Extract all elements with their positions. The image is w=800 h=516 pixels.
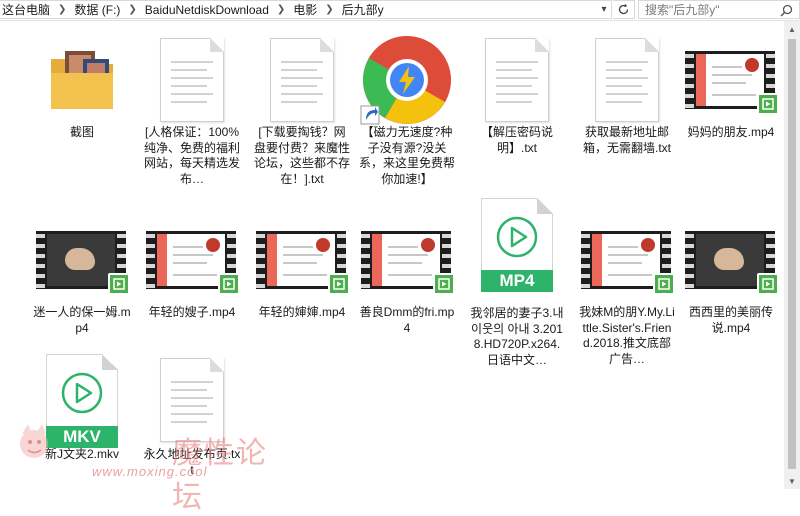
file-name: 获取最新地址邮箱，无需翻墙.txt [582,125,671,155]
media-player-badge-icon [218,273,240,295]
mkv-file-icon: MKV [46,354,118,448]
file-name: 【磁力无速度?种子没有源?没关系，来这里免费帮你加速!】 [358,125,455,186]
breadcrumb-this-pc[interactable]: 这台电脑 [0,1,52,18]
chevron-right-icon[interactable]: ❯ [52,4,72,15]
text-file-icon [270,38,334,122]
scroll-up-arrow-icon[interactable]: ▲ [784,21,800,37]
file-item-video[interactable]: 年轻的婶婶.mp4 [251,201,353,351]
text-file-icon [160,38,224,122]
media-player-badge-icon [108,273,130,295]
search-icon[interactable] [780,4,793,17]
file-item-txt[interactable]: [下载要掏钱？网盘要付费？来魔性论坛，这些都不存在！].txt [251,21,353,186]
chevron-right-icon[interactable]: ❯ [319,4,339,15]
media-player-badge-icon [757,273,779,295]
media-player-badge-icon [433,273,455,295]
file-name: 新J文夹2.mkv [44,447,119,461]
file-grid: 截图 [人格保证：100%纯净、免费的福利网站，每天精选发布… [下载要掏钱？网… [0,21,784,489]
search-input[interactable] [645,2,775,17]
file-name: [下载要掏钱？网盘要付费？来魔性论坛，这些都不存在！].txt [253,125,350,186]
file-name: 永久地址发布页.txt [143,447,241,477]
file-item-video[interactable]: 迷一人的保一姆.mp4 [31,201,133,351]
file-item-video[interactable]: 西西里的美丽传说.mp4 [680,201,782,351]
file-name: 截图 [69,125,94,139]
file-name: 年轻的婶婶.mp4 [258,305,346,319]
refresh-button[interactable] [613,0,635,19]
address-bar: 这台电脑 ❯ 数据 (F:) ❯ BaiduNetdiskDownload ❯ … [0,0,800,21]
file-item-shortcut[interactable]: 【磁力无速度?种子没有源?没关系，来这里免费帮你加速!】 [356,21,458,186]
breadcrumb-baidu-download[interactable]: BaiduNetdiskDownload [143,3,271,17]
file-name: 我邻居的妻子3.내 이웃의 아내 3.2018.HD720P.x264.日语中文… [470,306,564,367]
file-name: 西西里的美丽传说.mp4 [688,305,773,335]
video-thumbnail [146,225,240,295]
file-name: 善良Dmm的fri.mp4 [359,305,455,335]
breadcrumb[interactable]: 这台电脑 ❯ 数据 (F:) ❯ BaiduNetdiskDownload ❯ … [0,0,612,19]
file-name: 【解压密码说明】.txt [480,125,553,155]
file-item-txt[interactable]: 永久地址发布页.txt [141,351,243,489]
video-thumbnail [361,225,455,295]
chevron-right-icon[interactable]: ❯ [271,4,291,15]
media-player-badge-icon [328,273,350,295]
chevron-down-icon[interactable]: ▾ [596,1,612,18]
play-icon [61,372,103,414]
file-item-video[interactable]: 妈妈的朋友.mp4 [680,21,782,171]
file-item-video[interactable]: 善良Dmm的fri.mp4 [356,201,458,351]
breadcrumb-movies[interactable]: 电影 [291,1,319,18]
search-box[interactable] [638,0,800,19]
file-item-video[interactable]: 年轻的嫂子.mp4 [141,201,243,351]
file-item-txt[interactable]: 【解压密码说明】.txt [466,21,568,171]
file-name: 我妹M的朋Y.My.Little.Sister's.Friend.2018.推文… [579,305,675,366]
text-file-icon [160,358,224,442]
file-item-txt[interactable]: [人格保证：100%纯净、免费的福利网站，每天精选发布… [141,21,243,186]
file-item-folder[interactable]: 截图 [31,21,133,171]
video-thumbnail [685,45,779,115]
video-thumbnail [256,225,350,295]
scroll-down-arrow-icon[interactable]: ▼ [784,473,800,489]
file-item-video[interactable]: 我妹M的朋Y.My.Little.Sister's.Friend.2018.推文… [576,201,678,366]
media-player-badge-icon [757,93,779,115]
breadcrumb-current-folder[interactable]: 后九部y [340,1,386,18]
file-type-badge: MKV [46,426,118,448]
file-item-mp4[interactable]: MP4 我邻居的妻子3.내 이웃의 아내 3.2018.HD720P.x264.… [466,191,568,367]
video-thumbnail [581,225,675,295]
chevron-right-icon[interactable]: ❯ [122,4,142,15]
file-name: 迷一人的保一姆.mp4 [33,305,131,335]
play-icon [496,216,538,258]
scrollbar-thumb[interactable] [788,39,796,469]
video-thumbnail [685,225,779,295]
text-file-icon [485,38,549,122]
chrome-shortcut-icon [360,36,451,125]
breadcrumb-drive-f[interactable]: 数据 (F:) [72,1,122,18]
file-type-badge: MP4 [481,270,553,292]
mp4-file-icon: MP4 [481,198,553,292]
media-player-badge-icon [653,273,675,295]
text-file-icon [595,38,659,122]
vertical-scrollbar[interactable]: ▲ ▼ [784,21,800,489]
file-name: 妈妈的朋友.mp4 [687,125,775,139]
file-name: [人格保证：100%纯净、免费的福利网站，每天精选发布… [143,125,240,186]
file-item-mkv[interactable]: MKV 新J文夹2.mkv [31,351,133,489]
video-thumbnail [36,225,130,295]
refresh-icon [618,3,629,15]
file-item-txt[interactable]: 获取最新地址邮箱，无需翻墙.txt [576,21,678,171]
folder-icon [51,51,113,109]
file-name: 年轻的嫂子.mp4 [148,305,236,319]
